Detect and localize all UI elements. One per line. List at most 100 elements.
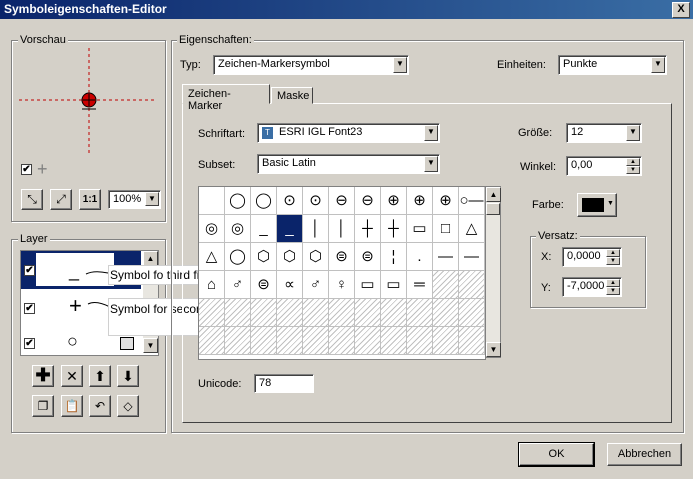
subset-select[interactable]: Basic Latin ▼ <box>257 154 440 174</box>
font-select[interactable]: T ESRI IGL Font23 ▼ <box>257 123 440 143</box>
glyph-cell-empty[interactable] <box>329 327 355 355</box>
glyph-cell[interactable]: _ <box>277 215 303 243</box>
scroll-down-icon[interactable]: ▼ <box>486 342 501 357</box>
glyph-cell-empty[interactable] <box>199 299 225 327</box>
glyph-cell[interactable]: ⊕ <box>407 187 433 215</box>
offset-x-field[interactable]: 0,0000 ▲ ▼ <box>562 247 622 267</box>
glyph-cell-empty[interactable] <box>381 327 407 355</box>
glyph-cell[interactable]: ♀ <box>329 271 355 299</box>
glyph-cell[interactable]: ◯ <box>225 243 251 271</box>
glyph-cell-empty[interactable] <box>433 327 459 355</box>
layer-checkbox-1[interactable]: ✔ <box>24 265 35 276</box>
tab-maske[interactable]: Maske <box>271 87 313 104</box>
cancel-button[interactable]: Abbrechen <box>607 443 682 466</box>
glyph-cell-empty[interactable] <box>433 299 459 327</box>
layer-checkbox-2[interactable]: ✔ <box>24 303 35 314</box>
spin-down-icon[interactable]: ▼ <box>606 287 620 295</box>
glyph-cell-empty[interactable] <box>355 299 381 327</box>
ok-button[interactable]: OK <box>518 442 595 467</box>
glyph-cell[interactable]: ┼ <box>355 215 381 243</box>
spin-down-icon[interactable]: ▼ <box>606 257 620 265</box>
glyph-cell-empty[interactable] <box>199 327 225 355</box>
glyph-cell-empty[interactable] <box>381 299 407 327</box>
glyph-cell-empty[interactable] <box>459 299 485 327</box>
glyph-cell[interactable]: ⬡ <box>277 243 303 271</box>
undo-icon[interactable]: ↶ <box>89 395 111 417</box>
chevron-down-icon[interactable]: ▼ <box>145 192 159 206</box>
preview-checkbox[interactable]: ✔ <box>21 164 32 175</box>
units-select[interactable]: Punkte ▼ <box>558 55 667 75</box>
glyph-cell[interactable]: ▭ <box>381 271 407 299</box>
glyph-cell[interactable]: — <box>433 243 459 271</box>
glyph-cell-empty[interactable] <box>407 327 433 355</box>
chevron-down-icon[interactable]: ▼ <box>424 125 438 141</box>
glyph-cell[interactable] <box>433 271 459 299</box>
glyph-cell[interactable]: △ <box>199 243 225 271</box>
close-button[interactable]: X <box>672 2 690 18</box>
chevron-down-icon[interactable]: ▼ <box>607 200 614 207</box>
scroll-thumb[interactable] <box>486 203 500 215</box>
glyph-cell[interactable]: ◎ <box>199 215 225 243</box>
glyph-cell[interactable]: . <box>407 243 433 271</box>
glyph-cell[interactable]: │ <box>329 215 355 243</box>
glyph-cell[interactable]: │ <box>303 215 329 243</box>
remove-layer-button[interactable]: ✕ <box>61 365 83 387</box>
glyph-cell[interactable]: ⊕ <box>433 187 459 215</box>
glyph-cell-empty[interactable] <box>277 327 303 355</box>
glyph-cell[interactable]: ⌂ <box>199 271 225 299</box>
glyph-cell-empty[interactable] <box>225 327 251 355</box>
glyph-cell-empty[interactable] <box>225 299 251 327</box>
glyph-cell[interactable]: ♂ <box>225 271 251 299</box>
chevron-down-icon[interactable]: ▼ <box>424 156 438 172</box>
glyph-cell[interactable]: ⊙ <box>277 187 303 215</box>
chevron-down-icon[interactable]: ▼ <box>393 57 407 73</box>
glyph-cell[interactable]: ⊖ <box>355 187 381 215</box>
glyph-cell[interactable]: ⊕ <box>381 187 407 215</box>
zoom-extent-button[interactable]: ⤢ <box>50 189 72 210</box>
glyph-grid[interactable]: ◯ ◯ ⊙ ⊙ ⊖ ⊖ ⊕ ⊕ ⊕ ○— ◎ ◎ _ _ │ │ ┼ ┼ ▭ □ △ △ ◯ ⬡ ⬡ ⬡ ⊜ ⊜ ¦. — — ⌂ ♂ ⊜ ∝ ♂ ♀ ▭… <box>198 186 486 360</box>
glyph-cell[interactable]: ◯ <box>251 187 277 215</box>
glyph-cell-empty[interactable] <box>407 299 433 327</box>
glyph-cell[interactable]: ⊜ <box>355 243 381 271</box>
zoom-select[interactable]: 100% ▼ <box>108 190 161 209</box>
glyph-scrollbar[interactable]: ▲ ▼ <box>485 186 501 358</box>
chevron-down-icon[interactable]: ▼ <box>651 57 665 73</box>
glyph-cell[interactable]: _ <box>251 215 277 243</box>
glyph-cell[interactable]: ⬡ <box>251 243 277 271</box>
glyph-cell[interactable] <box>459 271 485 299</box>
glyph-cell[interactable]: ♂ <box>303 271 329 299</box>
paste-icon[interactable]: 📋 <box>61 395 83 417</box>
spin-up-icon[interactable]: ▲ <box>606 249 620 257</box>
move-up-button[interactable]: ⬆ <box>89 365 111 387</box>
layer-checkbox-3[interactable]: ✔ <box>24 338 35 349</box>
glyph-cell[interactable]: □ <box>433 215 459 243</box>
glyph-cell-empty[interactable] <box>303 299 329 327</box>
glyph-cell[interactable]: — <box>459 243 485 271</box>
glyph-cell[interactable]: ○— <box>459 187 485 215</box>
color-button[interactable]: ▼ <box>577 193 617 217</box>
unicode-field[interactable]: 78 <box>254 374 314 393</box>
scroll-down-icon[interactable]: ▼ <box>143 338 158 353</box>
chevron-down-icon[interactable]: ▼ <box>626 125 640 141</box>
glyph-cell[interactable]: ¦ <box>381 243 407 271</box>
scroll-up-icon[interactable]: ▲ <box>143 251 158 266</box>
tag-icon[interactable]: ◇ <box>117 395 139 417</box>
glyph-cell[interactable]: ═ <box>407 271 433 299</box>
glyph-cell-empty[interactable] <box>303 327 329 355</box>
glyph-cell[interactable]: ┼ <box>381 215 407 243</box>
glyph-cell[interactable]: ⊜ <box>251 271 277 299</box>
glyph-cell[interactable]: ∝ <box>277 271 303 299</box>
glyph-cell[interactable]: ▭ <box>407 215 433 243</box>
glyph-cell-empty[interactable] <box>277 299 303 327</box>
glyph-cell-empty[interactable] <box>251 299 277 327</box>
zoom-fit-button[interactable]: ⤡ <box>21 189 43 210</box>
glyph-cell[interactable] <box>199 187 225 215</box>
glyph-cell-empty[interactable] <box>459 327 485 355</box>
glyph-cell[interactable]: ⊙ <box>303 187 329 215</box>
glyph-cell[interactable]: ⊖ <box>329 187 355 215</box>
type-select[interactable]: Zeichen-Markersymbol ▼ <box>213 55 409 75</box>
scroll-up-icon[interactable]: ▲ <box>486 187 501 202</box>
offset-y-field[interactable]: -7,0000 ▲ ▼ <box>562 277 622 297</box>
glyph-cell[interactable]: △ <box>459 215 485 243</box>
move-down-button[interactable]: ⬇ <box>117 365 139 387</box>
